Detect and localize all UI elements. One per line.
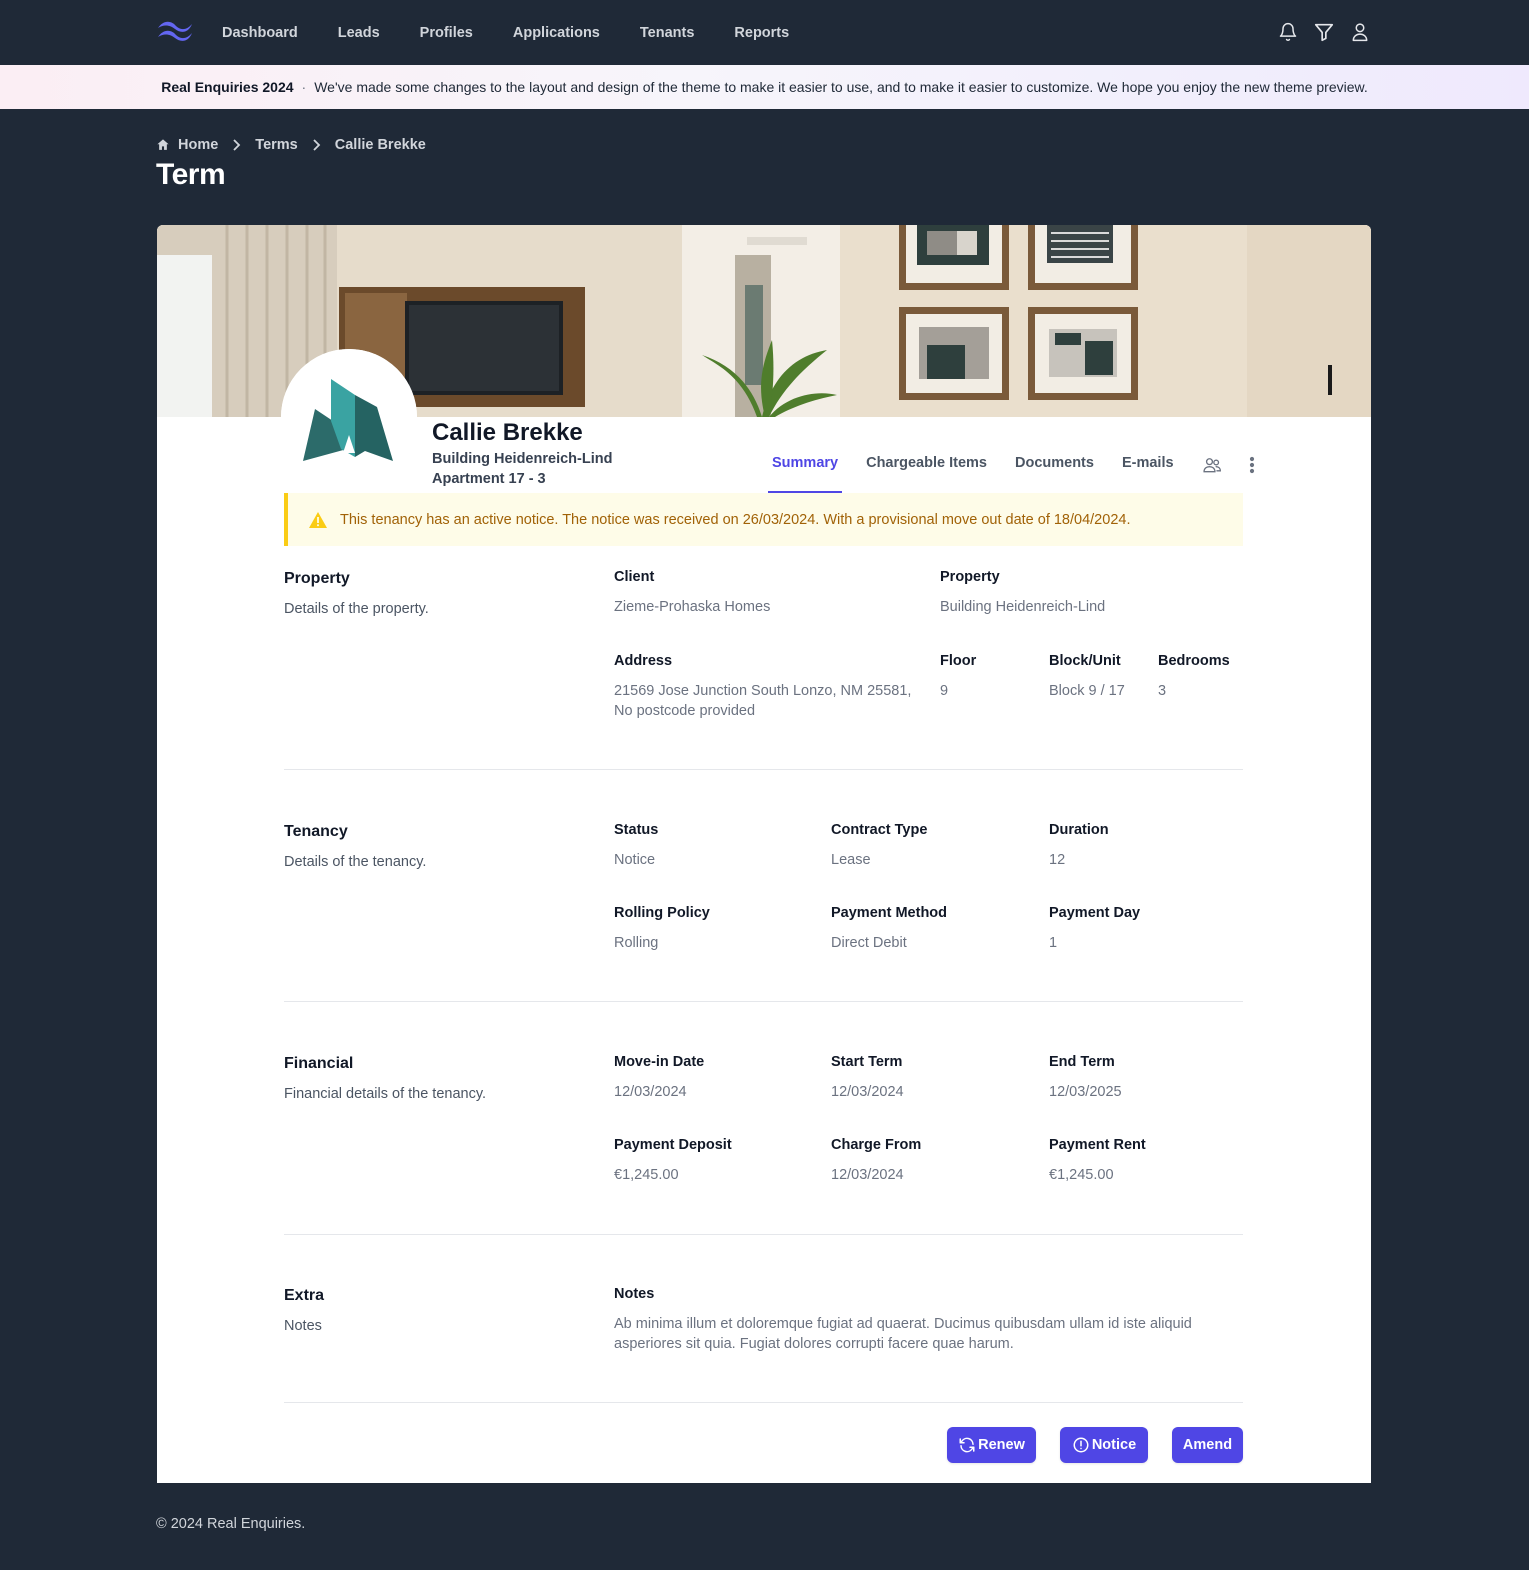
refresh-icon (959, 1437, 975, 1453)
exclamation-circle-icon (1073, 1437, 1089, 1453)
tab-bar: Summary Chargeable Items Documents E-mai… (768, 447, 1278, 493)
users-icon[interactable] (1198, 447, 1226, 493)
alert-text: This tenancy has an active notice. The n… (340, 511, 1131, 528)
tab-summary[interactable]: Summary (768, 447, 843, 493)
client-label: Client (614, 569, 655, 585)
duration-label: Duration (1049, 822, 1109, 838)
section-divider (284, 1234, 1243, 1235)
property-section-title: Property (284, 570, 350, 587)
amend-button-label: Amend (1182, 1437, 1233, 1453)
address-line-1: 21569 Jose Junction South Lonzo, NM 2558… (614, 683, 912, 699)
chevron-right-icon (233, 139, 241, 151)
tab-chargeable-items[interactable]: Chargeable Items (862, 447, 991, 493)
address-line-2: No postcode provided (614, 703, 756, 719)
payment-rent-label: Payment Rent (1049, 1137, 1146, 1153)
breadcrumb-terms[interactable]: Terms (255, 137, 297, 153)
profile-name: Callie Brekke (432, 419, 583, 446)
block-unit-value: Block 9 / 17 (1049, 683, 1125, 699)
user-icon[interactable] (1349, 20, 1371, 44)
contract-type-value: Lease (831, 852, 871, 868)
end-term-value: 12/03/2025 (1049, 1084, 1122, 1100)
property-label: Property (940, 569, 1000, 585)
start-term-value: 12/03/2024 (831, 1084, 904, 1100)
payment-rent-value: €1,245.00 (1049, 1167, 1114, 1183)
client-value: Zieme-Prohaska Homes (614, 599, 771, 615)
nav-link-profiles[interactable]: Profiles (400, 17, 493, 49)
charge-from-label: Charge From (831, 1137, 922, 1153)
status-label: Status (614, 822, 659, 838)
breadcrumb-current[interactable]: Callie Brekke (335, 137, 426, 153)
payment-day-label: Payment Day (1049, 905, 1141, 921)
home-icon (157, 139, 169, 150)
duration-value: 12 (1049, 852, 1066, 868)
nav-link-reports[interactable]: Reports (714, 17, 809, 49)
nav-link-tenants[interactable]: Tenants (620, 17, 715, 49)
property-section-description: Details of the property. (284, 601, 429, 617)
block-unit-label: Block/Unit (1049, 653, 1121, 669)
banner-message: We've made some changes to the layout an… (314, 79, 1368, 95)
move-in-date-label: Move-in Date (614, 1054, 705, 1070)
payment-day-value: 1 (1049, 935, 1058, 951)
financial-section-title: Financial (284, 1055, 354, 1072)
nav-link-applications[interactable]: Applications (493, 17, 620, 49)
banner-title: Real Enquiries 2024 (161, 79, 294, 95)
app-logo-icon[interactable] (156, 20, 194, 44)
more-options-icon[interactable] (1244, 447, 1260, 493)
rolling-policy-value: Rolling (614, 935, 659, 951)
extra-section-title: Extra (284, 1287, 325, 1304)
notes-line-1: Ab minima illum et doloremque fugiat ad … (614, 1316, 1192, 1332)
notice-button-label: Notice (1091, 1437, 1137, 1453)
warning-icon (309, 511, 327, 528)
nav-link-dashboard[interactable]: Dashboard (202, 17, 318, 49)
notice-alert: This tenancy has an active notice. The n… (284, 493, 1243, 546)
company-logo-avatar (281, 349, 417, 485)
status-value: Notice (614, 852, 656, 868)
tenancy-section-description: Details of the tenancy. (284, 854, 427, 870)
notes-label: Notes (614, 1286, 655, 1302)
floor-label: Floor (940, 653, 977, 669)
payment-method-label: Payment Method (831, 905, 948, 921)
tenancy-section-title: Tenancy (284, 823, 348, 840)
financial-section-description: Financial details of the tenancy. (284, 1086, 487, 1102)
notice-button[interactable]: Notice (1060, 1427, 1148, 1463)
page-title: Term (156, 158, 226, 191)
breadcrumb: Home Terms Callie Brekke (156, 135, 426, 155)
announcement-banner: Real Enquiries 2024 · We've made some ch… (0, 65, 1529, 109)
payment-deposit-label: Payment Deposit (614, 1137, 732, 1153)
profile-apartment: Apartment 17 - 3 (432, 471, 546, 487)
contract-type-label: Contract Type (831, 822, 928, 838)
tab-emails[interactable]: E-mails (1118, 447, 1178, 493)
extra-section-description: Notes (284, 1318, 322, 1334)
bedrooms-value: 3 (1158, 683, 1167, 699)
breadcrumb-home[interactable]: Home (178, 137, 218, 153)
move-in-date-value: 12/03/2024 (614, 1084, 687, 1100)
tab-documents[interactable]: Documents (1011, 447, 1098, 493)
notes-line-2: asperiores sit quia. Fugiat dolores corr… (614, 1336, 1014, 1352)
section-divider (284, 769, 1243, 770)
top-navigation: Dashboard Leads Profiles Applications Te… (0, 0, 1529, 65)
start-term-label: Start Term (831, 1054, 903, 1070)
section-divider (284, 1001, 1243, 1002)
rolling-policy-label: Rolling Policy (614, 905, 710, 921)
chevron-right-icon (313, 139, 321, 151)
nav-link-leads[interactable]: Leads (318, 17, 400, 49)
renew-button[interactable]: Renew (947, 1427, 1036, 1463)
bell-icon[interactable] (1277, 20, 1299, 44)
end-term-label: End Term (1049, 1054, 1115, 1070)
payment-deposit-value: €1,245.00 (614, 1167, 679, 1183)
address-label: Address (614, 653, 673, 669)
floor-value: 9 (940, 683, 949, 699)
section-divider (284, 1402, 1243, 1403)
banner-separator: · (301, 79, 307, 95)
renew-button-label: Renew (978, 1437, 1025, 1453)
charge-from-value: 12/03/2024 (831, 1167, 904, 1183)
term-card: Callie Brekke Building Heidenreich-Lind … (157, 225, 1371, 1483)
bedrooms-label: Bedrooms (1158, 653, 1230, 669)
filter-icon[interactable] (1313, 20, 1335, 44)
profile-building: Building Heidenreich-Lind (432, 451, 613, 467)
payment-method-value: Direct Debit (831, 935, 907, 951)
property-value: Building Heidenreich-Lind (940, 599, 1106, 615)
amend-button[interactable]: Amend (1172, 1427, 1243, 1463)
footer-copyright: © 2024 Real Enquiries. (156, 1516, 306, 1532)
